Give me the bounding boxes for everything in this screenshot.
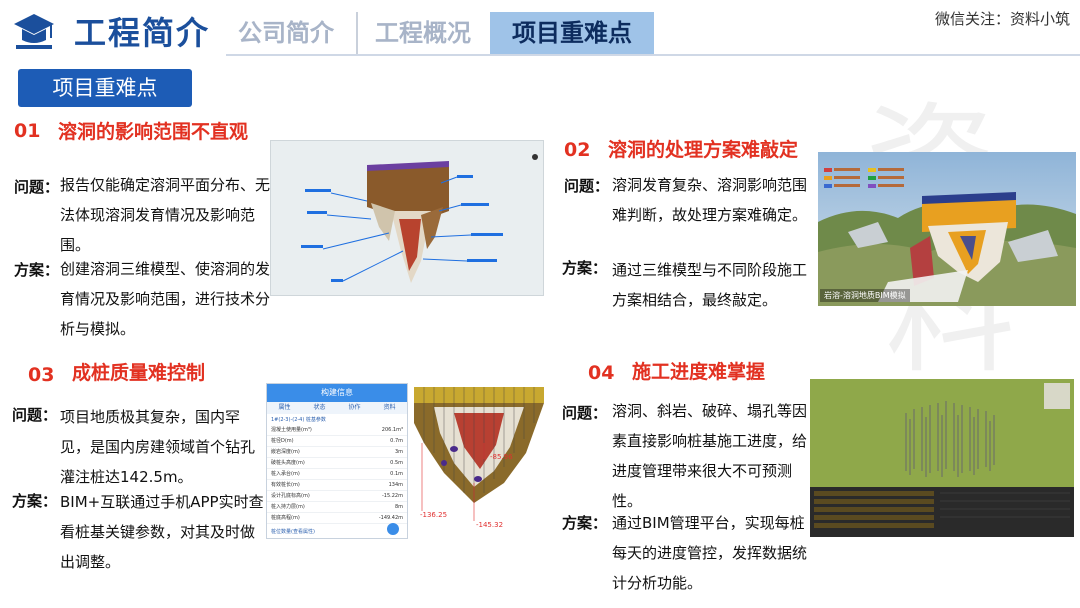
item-title: 溶洞的影响范围不直观 xyxy=(58,121,249,143)
elevation-label: -85.96 xyxy=(490,453,513,461)
param-value: 0.7m xyxy=(390,438,403,444)
question-label: 问题： xyxy=(562,404,608,422)
header: 工程简介 公司简介 工程概况 项目重难点 微信关注：资料小筑 xyxy=(0,0,1080,58)
phone-tab[interactable]: 属性 xyxy=(267,402,302,414)
param-value: 8m xyxy=(394,504,403,510)
phone-tab[interactable]: 协作 xyxy=(337,402,372,414)
param-value: -15.22m xyxy=(382,493,403,499)
phone-app-screenshot: 构建信息 属性 状态 协作 资料 1#(2-3)-(2-4) 桩基参数 混凝土使… xyxy=(266,383,408,539)
phone-section: 1#(2-3)-(2-4) 桩基参数 xyxy=(271,417,326,423)
phone-param-row: 桩底高程(m) -149.42m xyxy=(267,513,407,524)
param-name: 破桩头高度(m) xyxy=(271,460,305,466)
elevation-label: -145.32 xyxy=(476,521,504,529)
phone-param-row: 有效桩长(m) 134m xyxy=(267,480,407,491)
page-title: 工程简介 xyxy=(74,14,211,52)
phone-header: 构建信息 xyxy=(267,384,407,402)
param-name: 桩底高程(m) xyxy=(271,515,300,521)
phone-tab[interactable]: 资料 xyxy=(372,402,407,414)
wechat-notice: 微信关注：资料小筑 xyxy=(934,10,1070,28)
item-title: 成桩质量难控制 xyxy=(72,362,206,384)
phone-param-row: 桩径D(m) 0.7m xyxy=(267,436,407,447)
phone-param-row: 桩入承台(m) 0.1m xyxy=(267,469,407,480)
answer-text: 通过三维模型与不同阶段施工方案相结合，最终敲定。 xyxy=(612,261,808,309)
param-name: 混凝土使用量(m³) xyxy=(271,427,312,433)
param-name: 桩入持力层(m) xyxy=(271,504,305,510)
phone-param-row: 设计孔底标高(m) -15.22m xyxy=(267,491,407,502)
elevation-label: -136.25 xyxy=(420,511,448,519)
question-text: 报告仅能确定溶洞平面分布、无法体现溶洞发育情况及影响范围。 xyxy=(60,176,271,254)
phone-rows: 混凝土使用量(m³) 206.1m³ 桩径D(m) 0.7m 嵌岩深度(m) 3m 破桩头高… xyxy=(267,425,407,524)
item-title: 溶洞的处理方案难敲定 xyxy=(608,139,799,161)
tab-project-overview[interactable]: 工程概况 xyxy=(356,12,488,54)
param-value: 134m xyxy=(388,482,403,488)
param-value: -149.42m xyxy=(378,515,403,521)
graduation-cap-icon xyxy=(14,14,54,49)
karst-model-image xyxy=(270,140,544,296)
param-value: 3m xyxy=(394,449,403,455)
question-text: 溶洞发育复杂、溶洞影响范围难判断，故处理方案难确定。 xyxy=(612,176,808,224)
phone-param-row: 桩入持力层(m) 8m xyxy=(267,502,407,513)
question-label: 问题： xyxy=(12,406,58,424)
answer-label: 方案： xyxy=(562,514,608,532)
item-number: 02 xyxy=(564,139,591,161)
param-name: 桩入承台(m) xyxy=(271,471,300,477)
answer-label: 方案： xyxy=(562,259,608,277)
section-label: 项目重难点 xyxy=(18,69,192,107)
header-divider xyxy=(226,54,1080,56)
phone-footer: 桩位数量(查看属性) xyxy=(271,529,315,535)
bim-platform-screenshot xyxy=(810,379,1074,537)
param-name: 有效桩长(m) xyxy=(271,482,300,488)
param-name: 嵌岩深度(m) xyxy=(271,449,300,455)
pile-section-image: -85.96 -136.25 -145.32 xyxy=(414,383,544,529)
param-name: 桩径D(m) xyxy=(271,438,294,444)
answer-text: 创建溶洞三维模型、使溶洞的发育情况及影响范围，进行技术分析与模拟。 xyxy=(60,260,271,338)
image-caption: 岩溶-溶洞地质BIM模拟 xyxy=(820,289,910,302)
tab-key-difficulties[interactable]: 项目重难点 xyxy=(490,12,654,54)
phone-tab[interactable]: 状态 xyxy=(302,402,337,414)
answer-text: 通过BIM管理平台，实现每桩每天的进度管控，发挥数据统计分析功能。 xyxy=(612,514,808,592)
phone-param-row: 嵌岩深度(m) 3m xyxy=(267,447,407,458)
question-label: 问题： xyxy=(14,178,60,196)
edit-icon[interactable] xyxy=(387,523,399,535)
answer-label: 方案： xyxy=(14,261,60,279)
item-title: 施工进度难掌握 xyxy=(632,361,766,383)
answer-label: 方案： xyxy=(12,492,58,510)
phone-param-row: 混凝土使用量(m³) 206.1m³ xyxy=(267,425,407,436)
tab-company-intro[interactable]: 公司简介 xyxy=(226,12,346,54)
param-value: 0.1m xyxy=(390,471,403,477)
karst-bim-simulation-image: 岩溶-溶洞地质BIM模拟 xyxy=(818,152,1076,306)
phone-tabs: 属性 状态 协作 资料 xyxy=(267,402,407,414)
question-label: 问题： xyxy=(564,177,610,195)
question-text: 溶洞、斜岩、破碎、塌孔等因素直接影响桩基施工进度，给进度管理带来很大不可预测性。 xyxy=(612,402,808,510)
param-name: 设计孔底标高(m) xyxy=(271,493,310,499)
question-text: 项目地质极其复杂，国内罕见，是国内房建领域首个钻孔灌注桩达142.5m。 xyxy=(60,408,256,486)
param-value: 0.5m xyxy=(390,460,403,466)
param-value: 206.1m³ xyxy=(381,427,403,433)
phone-param-row: 破桩头高度(m) 0.5m xyxy=(267,458,407,469)
answer-text: BIM+互联通过手机APP实时查看桩基关键参数，对其及时做出调整。 xyxy=(60,493,264,571)
